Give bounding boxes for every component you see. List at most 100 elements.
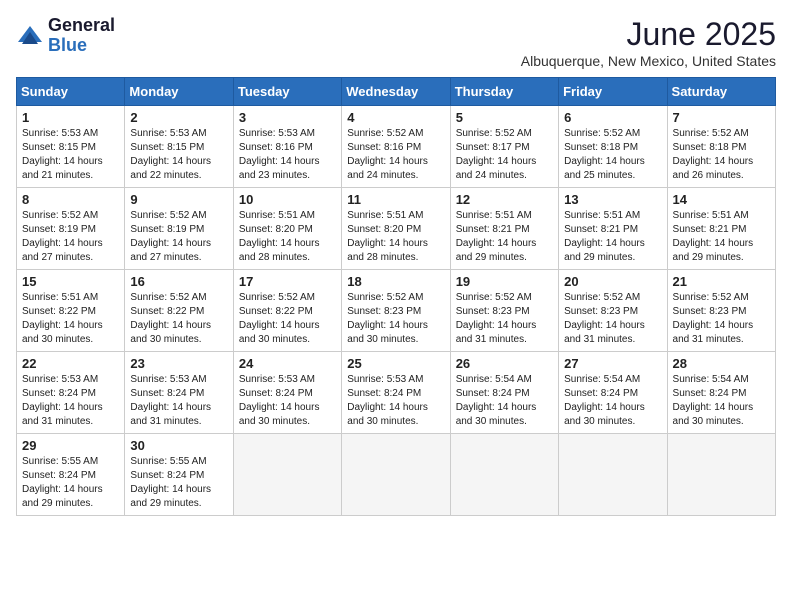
day-info: Sunrise: 5:52 AM Sunset: 8:18 PM Dayligh… [564,127,661,183]
logo-general: General [48,15,115,35]
calendar-cell: 2Sunrise: 5:53 AM Sunset: 8:15 PM Daylig… [125,106,233,188]
week-row-1: 1 Sunrise: 5:53 AM Sunset: 8:15 PM Daylig… [17,106,776,188]
day-info: Sunrise: 5:52 AM Sunset: 8:17 PM Dayligh… [456,127,553,183]
day-info: Sunrise: 5:52 AM Sunset: 8:23 PM Dayligh… [673,291,770,347]
day-info: Sunrise: 5:52 AM Sunset: 8:19 PM Dayligh… [22,209,119,265]
calendar-cell: 12Sunrise: 5:51 AM Sunset: 8:21 PM Dayli… [450,188,558,270]
col-sunday: Sunday [17,78,125,106]
day-info: Sunrise: 5:52 AM Sunset: 8:23 PM Dayligh… [347,291,444,347]
calendar-cell: 3 Sunrise: 5:53 AM Sunset: 8:16 PM Daylig… [233,106,341,188]
week-row-4: 22 Sunrise: 5:53 AM Sunset: 8:24 PM Dayli… [17,352,776,434]
calendar-cell: 20 Sunrise: 5:52 AM Sunset: 8:23 PM Dayli… [559,270,667,352]
day-info: Sunrise: 5:54 AM Sunset: 8:24 PM Dayligh… [673,373,770,429]
calendar-cell: 22 Sunrise: 5:53 AM Sunset: 8:24 PM Dayli… [17,352,125,434]
day-number: 16 [130,274,227,289]
calendar-cell: 30 Sunrise: 5:55 AM Sunset: 8:24 PM Dayli… [125,434,233,516]
week-row-3: 15 Sunrise: 5:51 AM Sunset: 8:22 PM Dayli… [17,270,776,352]
day-info: Sunrise: 5:51 AM Sunset: 8:20 PM Dayligh… [239,209,336,265]
calendar-cell: 5 Sunrise: 5:52 AM Sunset: 8:17 PM Daylig… [450,106,558,188]
day-info: Sunrise: 5:52 AM Sunset: 8:18 PM Dayligh… [673,127,770,183]
day-info: Sunrise: 5:54 AM Sunset: 8:24 PM Dayligh… [456,373,553,429]
week-row-2: 8 Sunrise: 5:52 AM Sunset: 8:19 PM Daylig… [17,188,776,270]
day-number: 30 [130,438,227,453]
calendar-cell [233,434,341,516]
day-info: Sunrise: 5:51 AM Sunset: 8:21 PM Dayligh… [673,209,770,265]
day-number: 13 [564,192,661,207]
day-info: Sunrise: 5:53 AM Sunset: 8:16 PM Dayligh… [239,127,336,183]
day-number: 26 [456,356,553,371]
day-info: Sunrise: 5:53 AM Sunset: 8:15 PM Dayligh… [130,127,227,183]
day-info: Sunrise: 5:52 AM Sunset: 8:23 PM Dayligh… [456,291,553,347]
day-number: 6 [564,110,661,125]
day-info: Sunrise: 5:54 AM Sunset: 8:24 PM Dayligh… [564,373,661,429]
day-number: 29 [22,438,119,453]
calendar-cell: 15 Sunrise: 5:51 AM Sunset: 8:22 PM Dayli… [17,270,125,352]
day-info: Sunrise: 5:51 AM Sunset: 8:22 PM Dayligh… [22,291,119,347]
day-number: 7 [673,110,770,125]
calendar-cell: 21Sunrise: 5:52 AM Sunset: 8:23 PM Dayli… [667,270,775,352]
col-wednesday: Wednesday [342,78,450,106]
day-info: Sunrise: 5:53 AM Sunset: 8:24 PM Dayligh… [239,373,336,429]
day-info: Sunrise: 5:51 AM Sunset: 8:20 PM Dayligh… [347,209,444,265]
calendar-cell: 11 Sunrise: 5:51 AM Sunset: 8:20 PM Dayli… [342,188,450,270]
calendar-cell: 18 Sunrise: 5:52 AM Sunset: 8:23 PM Dayli… [342,270,450,352]
day-number: 20 [564,274,661,289]
day-info: Sunrise: 5:55 AM Sunset: 8:24 PM Dayligh… [22,455,119,511]
calendar-cell [559,434,667,516]
col-monday: Monday [125,78,233,106]
col-tuesday: Tuesday [233,78,341,106]
day-number: 27 [564,356,661,371]
calendar-cell: 26 Sunrise: 5:54 AM Sunset: 8:24 PM Dayli… [450,352,558,434]
day-number: 3 [239,110,336,125]
day-number: 11 [347,192,444,207]
day-info: Sunrise: 5:51 AM Sunset: 8:21 PM Dayligh… [456,209,553,265]
calendar-cell: 8 Sunrise: 5:52 AM Sunset: 8:19 PM Daylig… [17,188,125,270]
header-row: Sunday Monday Tuesday Wednesday Thursday… [17,78,776,106]
day-number: 1 [22,110,119,125]
calendar-cell: 1 Sunrise: 5:53 AM Sunset: 8:15 PM Daylig… [17,106,125,188]
col-thursday: Thursday [450,78,558,106]
day-number: 14 [673,192,770,207]
day-info: Sunrise: 5:52 AM Sunset: 8:22 PM Dayligh… [239,291,336,347]
location: Albuquerque, New Mexico, United States [521,53,776,69]
day-number: 28 [673,356,770,371]
calendar-cell: 14 Sunrise: 5:51 AM Sunset: 8:21 PM Dayli… [667,188,775,270]
day-number: 8 [22,192,119,207]
title-block: June 2025 Albuquerque, New Mexico, Unite… [521,16,776,69]
logo-icon [16,22,44,50]
calendar-cell [342,434,450,516]
calendar-cell: 17Sunrise: 5:52 AM Sunset: 8:22 PM Dayli… [233,270,341,352]
calendar-cell: 6 Sunrise: 5:52 AM Sunset: 8:18 PM Daylig… [559,106,667,188]
day-number: 22 [22,356,119,371]
calendar-table: Sunday Monday Tuesday Wednesday Thursday… [16,77,776,516]
day-info: Sunrise: 5:53 AM Sunset: 8:24 PM Dayligh… [347,373,444,429]
page-header: General Blue June 2025 Albuquerque, New … [16,16,776,69]
week-row-5: 29 Sunrise: 5:55 AM Sunset: 8:24 PM Dayli… [17,434,776,516]
day-info: Sunrise: 5:55 AM Sunset: 8:24 PM Dayligh… [130,455,227,511]
day-info: Sunrise: 5:53 AM Sunset: 8:15 PM Dayligh… [22,127,119,183]
day-info: Sunrise: 5:52 AM Sunset: 8:23 PM Dayligh… [564,291,661,347]
calendar-cell: 25Sunrise: 5:53 AM Sunset: 8:24 PM Dayli… [342,352,450,434]
calendar-cell: 27 Sunrise: 5:54 AM Sunset: 8:24 PM Dayli… [559,352,667,434]
day-number: 15 [22,274,119,289]
day-number: 5 [456,110,553,125]
day-info: Sunrise: 5:53 AM Sunset: 8:24 PM Dayligh… [130,373,227,429]
calendar-cell: 13 Sunrise: 5:51 AM Sunset: 8:21 PM Dayli… [559,188,667,270]
logo: General Blue [16,16,115,56]
day-info: Sunrise: 5:53 AM Sunset: 8:24 PM Dayligh… [22,373,119,429]
calendar-cell: 4Sunrise: 5:52 AM Sunset: 8:16 PM Daylig… [342,106,450,188]
col-friday: Friday [559,78,667,106]
day-number: 18 [347,274,444,289]
col-saturday: Saturday [667,78,775,106]
day-number: 24 [239,356,336,371]
calendar-header: Sunday Monday Tuesday Wednesday Thursday… [17,78,776,106]
calendar-cell: 28 Sunrise: 5:54 AM Sunset: 8:24 PM Dayli… [667,352,775,434]
calendar-cell [667,434,775,516]
logo-blue: Blue [48,35,87,55]
day-number: 23 [130,356,227,371]
day-number: 19 [456,274,553,289]
day-info: Sunrise: 5:51 AM Sunset: 8:21 PM Dayligh… [564,209,661,265]
calendar-cell: 16Sunrise: 5:52 AM Sunset: 8:22 PM Dayli… [125,270,233,352]
month-title: June 2025 [521,16,776,53]
day-info: Sunrise: 5:52 AM Sunset: 8:16 PM Dayligh… [347,127,444,183]
